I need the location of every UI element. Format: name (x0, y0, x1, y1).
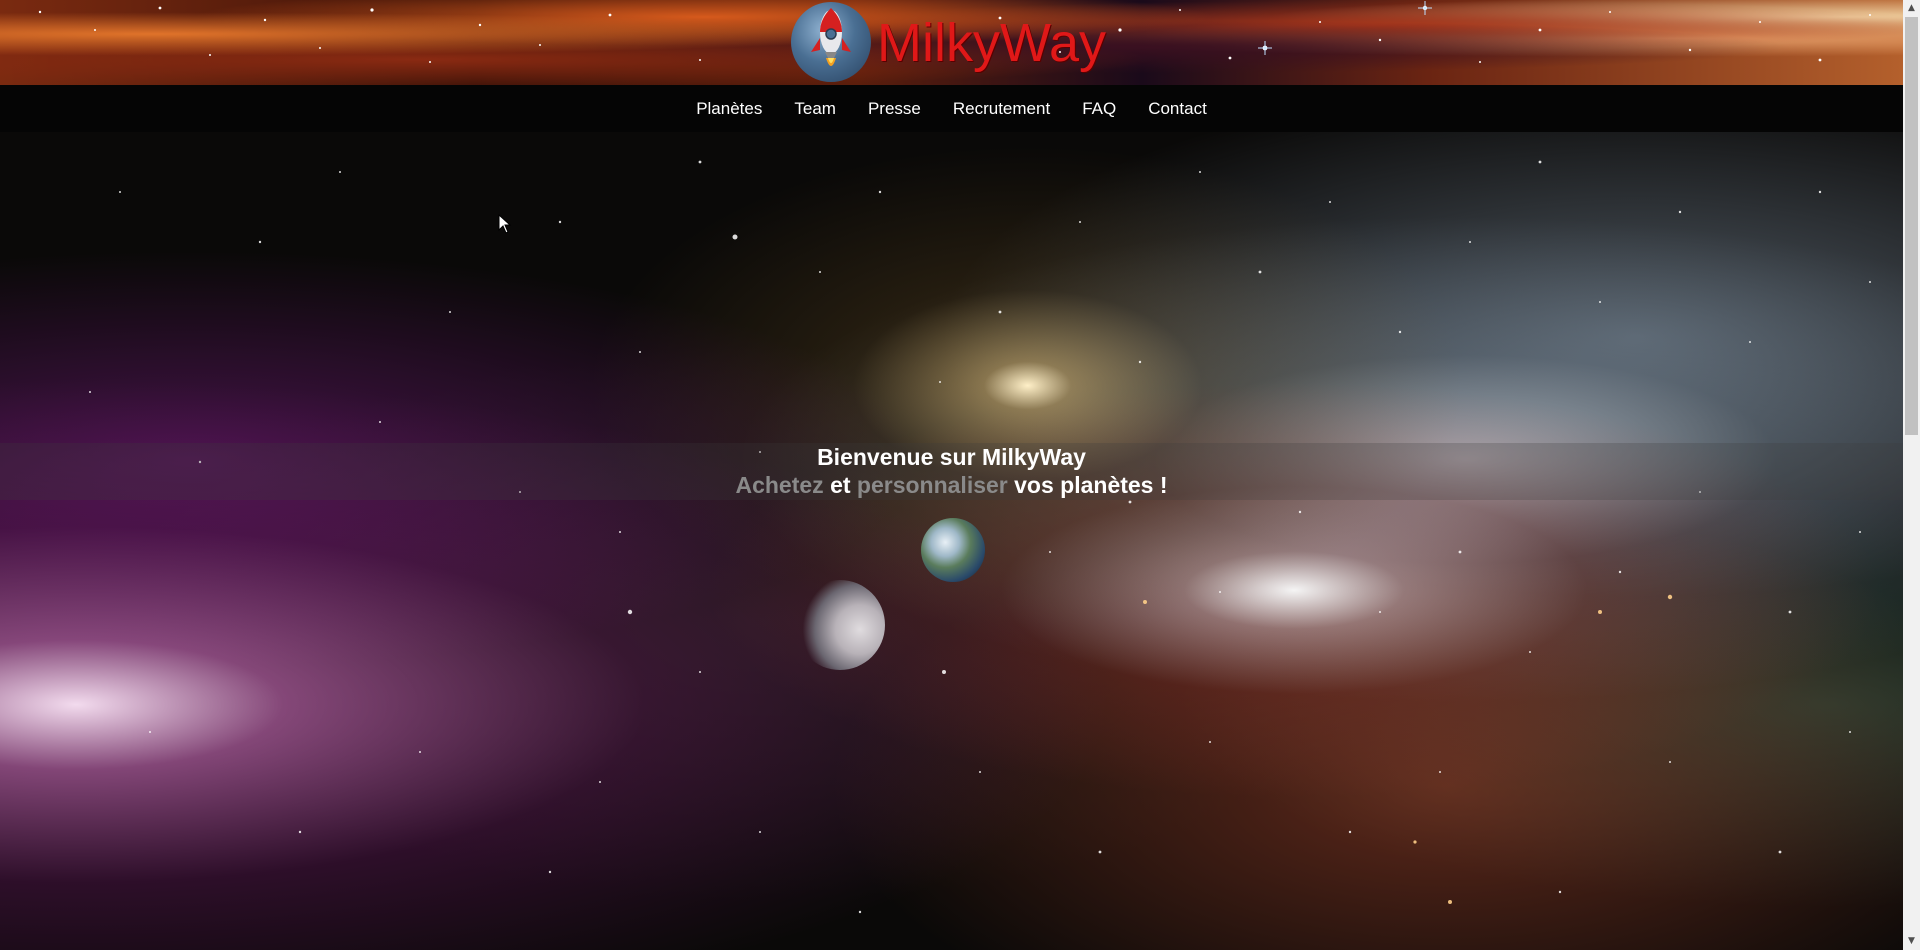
welcome-subtitle: Achetez et personnaliser vos planètes ! (0, 471, 1903, 499)
moon-planet-image (795, 580, 885, 670)
mouse-cursor-icon (498, 213, 512, 234)
vertical-scrollbar[interactable]: ▲ ▼ (1903, 0, 1920, 950)
nav-list: Planètes Team Presse Recrutement FAQ Con… (680, 99, 1223, 119)
nav-item-faq[interactable]: FAQ (1066, 99, 1132, 119)
subtitle-word-personnaliser: personnaliser (856, 472, 1008, 498)
subtitle-word-et: et (830, 472, 851, 498)
scroll-down-arrow-icon[interactable]: ▼ (1903, 933, 1920, 950)
nav-item-recrutement[interactable]: Recrutement (937, 99, 1066, 119)
rocket-icon (791, 1, 871, 82)
site-logo[interactable]: MilkyWay (791, 0, 1106, 85)
subtitle-word-achetez: Achetez (735, 472, 824, 498)
main-navbar: Planètes Team Presse Recrutement FAQ Con… (0, 85, 1903, 132)
scrollbar-thumb[interactable] (1905, 17, 1918, 435)
scroll-up-arrow-icon[interactable]: ▲ (1903, 0, 1920, 17)
nav-item-planetes[interactable]: Planètes (680, 99, 778, 119)
subtitle-rest: vos planètes ! (1014, 472, 1168, 498)
hero-section (0, 132, 1903, 950)
nav-item-team[interactable]: Team (778, 99, 852, 119)
nav-item-contact[interactable]: Contact (1132, 99, 1223, 119)
page: MilkyWay Planètes Team Presse Recrutemen… (0, 0, 1920, 950)
nav-item-presse[interactable]: Presse (852, 99, 937, 119)
header-banner: MilkyWay (0, 0, 1903, 85)
brand-name: MilkyWay (877, 12, 1106, 73)
welcome-title: Bienvenue sur MilkyWay (817, 444, 1086, 470)
earth-planet-image (921, 518, 985, 582)
